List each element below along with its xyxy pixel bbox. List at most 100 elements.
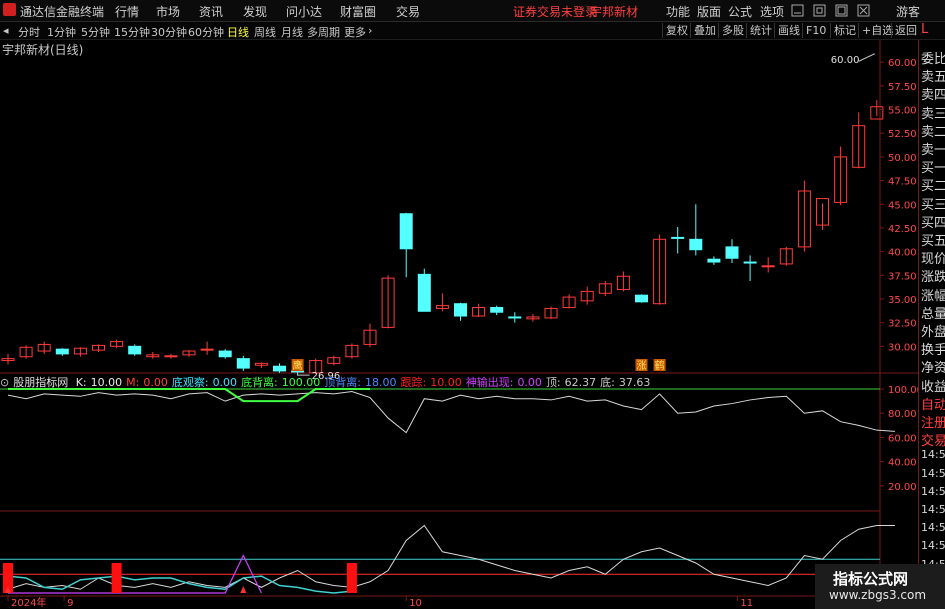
side-panel-item: 卖一 [921,143,945,158]
indicator-name[interactable]: 股朋指标网 [13,376,68,389]
price-axis-label: 57.50 [888,82,917,93]
indicator-field: K: [75,376,87,389]
btn-back[interactable]: 返回 [891,23,917,38]
menu-gongneng[interactable]: 功能 [666,3,690,20]
period-daily[interactable]: 日线 [227,24,249,40]
ind1-axis-label: 60.00 [888,433,917,444]
side-panel-item: 买二 [921,179,945,195]
side-panel-item: 买四 [921,215,945,231]
menu-zixun[interactable]: 资讯 [199,3,223,20]
side-panel-item: 涨幅 [921,288,945,304]
btn-f10[interactable]: F10 [802,23,826,38]
menu-faxian[interactable]: 发现 [243,3,267,20]
price-axis-label: 30.00 [888,342,917,353]
price-axis-label: 60.00 [888,58,917,69]
side-panel-item: 换手 [921,343,945,359]
indicator-field-value: 0.00 [143,376,168,389]
side-panel-item: 买三 [921,197,945,213]
btn-biaoji[interactable]: 标记 [830,23,856,38]
btn-diejia[interactable]: 叠加 [690,23,716,38]
period-more[interactable]: 更多 [344,24,366,40]
menu-banmian[interactable]: 版面 [697,3,721,20]
app-title: 通达信金融终端 [20,5,105,19]
chart-area[interactable]: 60.0026.96鹰涨鹤 60.0057.5055.0052.5050.004… [0,40,918,609]
signal-tag-zhang: 涨 [637,360,647,372]
candle-body [671,236,685,239]
candle-body [236,358,250,369]
price-axis-label: 32.50 [888,319,917,330]
side-panel-item: 卖四 [921,88,945,104]
btn-duogu[interactable]: 多股 [718,23,744,38]
indicator-field: M: [126,376,140,389]
period-30min[interactable]: 30分钟 [151,24,187,40]
period-1min[interactable]: 1分钟 [47,24,76,40]
btn-huaxian[interactable]: 画线 [774,23,800,38]
btn-tongji[interactable]: 统计 [746,23,772,38]
period-weekly[interactable]: 周线 [254,24,276,40]
minimize-icon[interactable] [791,4,804,17]
side-panel-item: 净资 [921,361,945,377]
high-price-label: 60.00 [831,55,860,66]
indicator-field: 跟踪: [400,376,427,389]
side-panel-item: 总量 [921,306,945,322]
period-5min[interactable]: 5分钟 [81,24,110,40]
chevron-right-icon[interactable]: › [368,24,372,37]
period-15min[interactable]: 15分钟 [114,24,150,40]
btn-add-watchlist[interactable]: +自选 [858,23,893,38]
side-panel-item: 14:56 [921,539,945,553]
tracking-bar [111,563,122,593]
period-toolbar: ◂ 分时 1分钟 5分钟 15分钟 30分钟 60分钟 日线 周线 月线 多周期… [0,22,945,40]
price-axis-label: 55.00 [888,106,917,117]
menu-caifuquan[interactable]: 财富圈 [340,3,376,20]
period-monthly[interactable]: 月线 [281,24,303,40]
side-panel-item: 注册 [921,416,945,431]
indicator-field-value: 0.00 [212,376,238,389]
candle-body [273,365,286,372]
k-line [7,390,895,434]
signal-tag-he: 鹤 [655,359,665,372]
login-notice[interactable]: 证券交易未登录 [513,3,597,20]
side-panel-item: 委比 [921,52,945,67]
user-label[interactable]: 游客 [896,3,920,20]
candle-body [635,294,648,303]
indicator-settings-icon[interactable]: ⊙ [0,376,9,389]
candle-body [743,261,757,264]
price-axis-label: 35.00 [888,295,917,306]
side-panel-item: 买五 [921,234,945,249]
side-panel-item: 买一 [921,161,945,177]
side-panel-item: 卖五 [921,70,945,86]
chevron-left-icon[interactable]: ◂ [3,24,9,37]
panel-toggle[interactable]: L [921,22,928,37]
candle-body [490,306,504,313]
period-60min[interactable]: 60分钟 [188,24,224,40]
menu-xuanxiang[interactable]: 选项 [760,3,784,20]
menu-gongshi[interactable]: 公式 [728,3,752,20]
restore-icon[interactable] [813,4,826,17]
price-axis-label: 52.50 [888,129,917,140]
period-multi[interactable]: 多周期 [307,24,340,40]
price-axis-label: 42.50 [888,224,917,235]
chart-header-stock: 宇邦新材(日线) [2,43,84,57]
up-arrow-icon [240,586,247,593]
menu-jiaoyi[interactable]: 交易 [396,3,420,20]
side-panel-item: 现价 [921,252,945,268]
period-fenshi[interactable]: 分时 [18,24,40,40]
side-panel-item: 涨跌 [921,270,945,286]
side-panel-item: 14:56 [921,448,945,462]
candle-body [128,345,142,355]
menu-hangqing[interactable]: 行情 [115,3,139,20]
candle-body [218,350,232,358]
side-panel-item: 外盘 [921,325,945,340]
signal-tag-left: 鹰 [293,359,303,372]
ind1-axis-label: 100.00 [888,385,918,396]
price-axis-label: 37.50 [888,271,917,282]
time-axis-label: 11 [740,598,753,609]
menu-shichang[interactable]: 市场 [156,3,180,20]
indicator-field: 神输出现: [465,376,514,389]
candle-body [454,303,467,317]
btn-fuquan[interactable]: 复权 [662,23,688,38]
indicator-field: 顶: [545,376,561,389]
price-axis-label: 50.00 [888,153,917,164]
menu-wenxiaoda[interactable]: 问小达 [286,3,322,20]
candle-body [725,246,739,259]
